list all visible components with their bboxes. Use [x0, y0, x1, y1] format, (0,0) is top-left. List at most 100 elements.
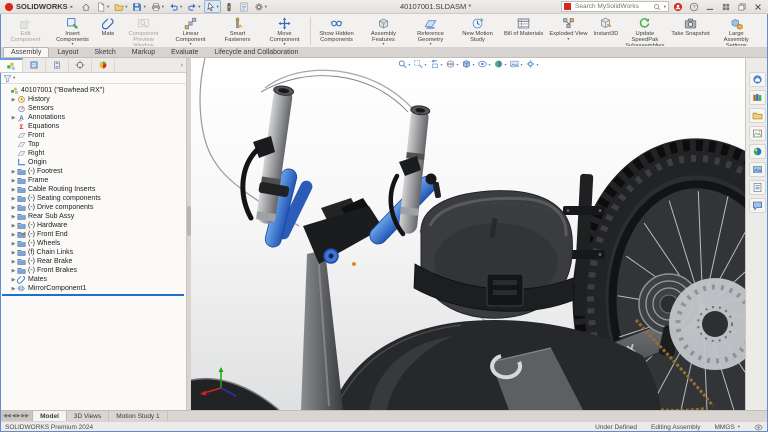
zoomarea-view-button[interactable]: ▾ [413, 59, 426, 69]
prev-view-button[interactable]: ▾ [429, 59, 442, 69]
expand-arrow-icon[interactable]: ▶ [10, 178, 17, 184]
panel-tabs-overflow-chevron[interactable]: › [178, 58, 186, 72]
task-pane-library-button[interactable] [749, 90, 766, 105]
assembly-3d-model[interactable]: RX [191, 58, 745, 410]
tree-item-rear-brake[interactable]: ▶(-) Rear Brake [0, 257, 186, 266]
search-box[interactable]: ▾ [561, 1, 669, 12]
tree-item-f-chain-links[interactable]: ▶(f) Chain Links [0, 248, 186, 257]
tree-item-frame[interactable]: ▶Frame [0, 176, 186, 185]
tree-item-drive-components[interactable]: ▶(-) Drive components [0, 203, 186, 212]
tab-lifecycle-and-collaboration[interactable]: Lifecycle and Collaboration [206, 47, 306, 57]
menu-expand-arrow[interactable]: ▸ [71, 4, 73, 10]
search-input[interactable] [573, 2, 651, 11]
expand-arrow-icon[interactable]: ▶ [10, 286, 17, 292]
expand-arrow-icon[interactable]: ▶ [10, 196, 17, 202]
file-properties-button[interactable] [237, 0, 251, 13]
tree-item-rear-sub-assy[interactable]: ▶Rear Sub Assy [0, 212, 186, 221]
tags-visibility-icon[interactable] [754, 423, 763, 432]
tree-item-right[interactable]: Right [0, 149, 186, 158]
tab-layout[interactable]: Layout [49, 47, 86, 57]
tree-item-front[interactable]: Front [0, 131, 186, 140]
hide-view-button[interactable]: ▾ [478, 59, 491, 69]
tree-item-front-end[interactable]: ▶(-) Front End [0, 230, 186, 239]
expand-arrow-icon[interactable]: ▶ [10, 223, 17, 229]
user-profile-badge[interactable] [672, 1, 684, 13]
tab-assembly[interactable]: Assembly [3, 47, 49, 57]
tree-filter-row[interactable]: ▾ [0, 73, 186, 84]
new-motion-study-button[interactable]: New Motion Study [454, 15, 501, 47]
tree-item-equations[interactable]: ΣEquations [0, 122, 186, 131]
expand-arrow-icon[interactable]: ▶ [10, 205, 17, 211]
search-scope-arrow[interactable]: ▾ [664, 4, 666, 10]
expand-arrow-icon[interactable]: ▶ [10, 97, 17, 103]
tab-scroll-first-icon[interactable]: ◀◀ [3, 413, 11, 419]
undo-button[interactable]: ▾ [167, 0, 184, 13]
filter-options-arrow[interactable]: ▾ [13, 75, 15, 81]
update-speedpak-subassemblies-button[interactable]: Update SpeedPak Subassemblies [621, 15, 668, 47]
expand-arrow-icon[interactable]: ▶ [10, 214, 17, 220]
instant3d-button[interactable]: Instant3D [591, 15, 622, 47]
expand-arrow-icon[interactable]: ▶ [10, 268, 17, 274]
bill-of-materials-button[interactable]: Bill of Materials [501, 15, 546, 47]
graphics-viewport[interactable]: ▾▾▾▾▾▾▾▾▾ [191, 58, 745, 410]
tab-sketch[interactable]: Sketch [86, 47, 123, 57]
tree-item-annotations[interactable]: ▶AAnnotations [0, 113, 186, 122]
tree-item-mates[interactable]: ▶Mates [0, 275, 186, 284]
configurationmanager-tab[interactable] [46, 58, 69, 72]
home-button[interactable] [79, 0, 93, 13]
dropdown-caret[interactable]: ▾ [189, 42, 191, 46]
show-hidden-components-button[interactable]: Show Hidden Components [313, 15, 360, 47]
dropdown-caret[interactable]: ▾ [567, 37, 569, 41]
display-grid-button[interactable] [720, 1, 732, 13]
expand-arrow-icon[interactable]: ▶ [10, 277, 17, 283]
close-button[interactable] [752, 1, 764, 13]
view-tab-model[interactable]: Model [33, 411, 67, 421]
display-view-button[interactable]: ▾ [461, 59, 474, 69]
rebuild-button[interactable] [222, 0, 236, 13]
tree-item-top[interactable]: Top [0, 140, 186, 149]
tree-item-cable-routing-inserts[interactable]: ▶Cable Routing Inserts [0, 185, 186, 194]
expand-arrow-icon[interactable]: ▶ [10, 259, 17, 265]
tree-item-origin[interactable]: Origin [0, 158, 186, 167]
tab-evaluate[interactable]: Evaluate [163, 47, 206, 57]
expand-arrow-icon[interactable]: ▶ [10, 232, 17, 238]
tree-item-mirrorcomponent1[interactable]: ▶MirrorComponent1 [0, 284, 186, 293]
tree-item-footrest[interactable]: ▶(-) Footrest [0, 167, 186, 176]
task-pane-palette-button[interactable] [749, 126, 766, 141]
tree-root-assembly[interactable]: 40107001 ("Bowhead RX") [0, 86, 186, 95]
dimxpertmanager-tab[interactable] [69, 58, 92, 72]
expand-arrow-icon[interactable]: ▶ [10, 169, 17, 175]
mate-button[interactable]: Mate [96, 15, 120, 47]
displaymanager-tab[interactable] [92, 58, 115, 72]
section-view-button[interactable]: ▾ [445, 59, 458, 69]
appearance-view-button[interactable]: ▾ [494, 59, 507, 69]
dropdown-caret[interactable]: ▾ [429, 42, 431, 46]
expand-arrow-icon[interactable]: ▶ [10, 115, 17, 121]
task-pane-appearance-button[interactable] [749, 144, 766, 159]
restore-button[interactable] [736, 1, 748, 13]
propertymanager-tab[interactable] [23, 58, 46, 72]
redo-button[interactable]: ▾ [185, 0, 202, 13]
linear-component-pattern-button[interactable]: Linear Component Pattern▾ [167, 15, 214, 47]
task-pane-home-button[interactable] [749, 72, 766, 87]
exploded-view-button[interactable]: Exploded View▾ [546, 15, 590, 47]
search-icon[interactable] [653, 3, 661, 11]
save-button[interactable]: ▾ [130, 0, 147, 13]
zoomfit-view-button[interactable]: ▾ [397, 59, 410, 69]
tree-item-sensors[interactable]: Sensors [0, 104, 186, 113]
minimize-button[interactable] [704, 1, 716, 13]
filter-funnel-icon[interactable] [3, 74, 12, 83]
scene-view-button[interactable]: ▾ [510, 59, 523, 69]
task-pane-forum-button[interactable] [749, 198, 766, 213]
tab-scroll-arrows[interactable]: ◀◀ ◀ ▶ ▶▶ [0, 411, 33, 421]
new-document-button[interactable]: ▾ [94, 0, 111, 13]
task-pane-props-button[interactable] [749, 180, 766, 195]
insert-components-button[interactable]: Insert Components▾ [49, 15, 96, 47]
steering-mast[interactable] [301, 250, 343, 410]
featuremanager-tree-tab[interactable] [0, 58, 23, 72]
dropdown-caret[interactable]: ▾ [382, 42, 384, 46]
dropdown-caret[interactable]: ▾ [71, 42, 73, 46]
tree-item-seating-components[interactable]: ▶(-) Seating components [0, 194, 186, 203]
task-pane-scene-button[interactable] [749, 162, 766, 177]
tab-markup[interactable]: Markup [124, 47, 163, 57]
